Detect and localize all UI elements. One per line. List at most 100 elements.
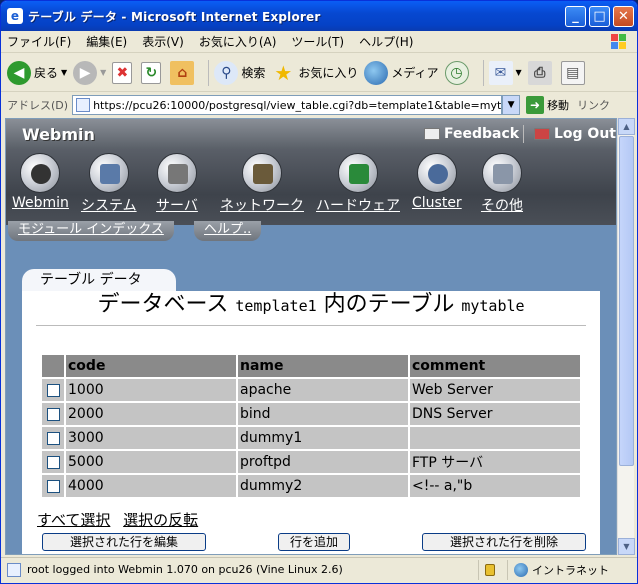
checkbox-column-header [42,355,64,377]
invert-selection-link[interactable]: 選択の反転 [123,511,198,529]
title-prefix: データベース [97,292,229,317]
maximize-button[interactable]: □ [589,6,610,27]
go-label: 移動 [547,99,570,112]
toolbar: ◀ 戻る ▼ ▶ ▼ ✖ ↻ ⌂ ⚲ 検索 ★ お気に入り メディア ◷ ✉ ▼… [1,54,637,92]
add-row-button[interactable]: 行を追加 [278,533,350,551]
cell-code: 2000 [66,403,236,425]
forward-button[interactable]: ▶ ▼ [73,60,106,85]
forward-dropdown-icon[interactable]: ▼ [100,68,106,77]
close-button[interactable]: ✕ [613,6,634,27]
cluster-icon [416,153,457,193]
table-header-row: code name comment [42,355,580,377]
search-label: 検索 [241,66,266,80]
address-input[interactable]: https://pcu26:10000/postgresql/view_tabl… [72,95,503,115]
webmin-header: Webmin Feedback Log Out [6,119,616,149]
select-all-link[interactable]: すべて選択 [37,511,110,529]
cell-code: 4000 [66,475,236,497]
edit-page-button[interactable]: ▤ [560,60,588,85]
scroll-thumb[interactable] [619,136,634,466]
delete-selected-rows-button[interactable]: 選択された行を削除 [422,533,586,551]
table-name: mytable [461,297,525,315]
home-icon: ⌂ [170,60,195,85]
back-dropdown-icon[interactable]: ▼ [61,68,67,77]
edit-document-icon: ▤ [560,60,585,85]
webmin-category-icon [20,153,61,193]
menu-bar: ファイル(F) 編集(E) 表示(V) お気に入り(A) ツール(T) ヘルプ(… [1,31,637,53]
menu-file[interactable]: ファイル(F) [7,33,71,50]
cell-code: 5000 [66,451,236,473]
row-checkbox[interactable] [46,407,60,421]
go-button[interactable]: ➜ 移動 [526,96,569,114]
edit-selected-rows-button[interactable]: 選択された行を編集 [42,533,206,551]
category-system[interactable]: システム [81,153,137,215]
intranet-globe-icon [514,562,528,577]
vertical-scrollbar[interactable]: ▲ ▼ [617,118,635,555]
zone-label: イントラネット [532,563,609,577]
row-select-cell [42,379,64,401]
address-url: https://pcu26:10000/postgresql/view_tabl… [93,98,503,112]
row-checkbox[interactable] [46,431,60,445]
column-header-comment: comment [410,355,580,377]
menu-favorites[interactable]: お気に入り(A) [199,33,277,50]
cell-comment: DNS Server [410,403,580,425]
mail-button[interactable]: ✉ ▼ [488,60,522,85]
media-button[interactable]: メディア [364,60,439,85]
status-text: root logged into Webmin 1.070 on pcu26 (… [27,563,343,576]
database-name: template1 [235,297,317,315]
address-dropdown-icon[interactable]: ▼ [502,95,521,115]
windows-logo-icon [611,34,626,49]
logout-link[interactable]: Log Out [534,126,616,142]
menu-tools[interactable]: ツール(T) [291,33,344,50]
category-webmin[interactable]: Webmin [12,153,69,211]
feedback-label: Feedback [444,126,520,142]
module-index-tab[interactable]: モジュール インデックス [8,221,174,241]
print-button[interactable]: ⎙ [527,60,555,85]
scroll-up-arrow-icon[interactable]: ▲ [618,118,635,135]
page-icon [76,98,91,112]
page-title: データベース template1 内のテーブル mytable [22,291,600,320]
row-checkbox[interactable] [46,455,60,469]
feedback-link[interactable]: Feedback [424,126,519,142]
mail-icon: ✉ [488,60,513,85]
category-network[interactable]: ネットワーク [220,153,304,215]
module-tabs: モジュール インデックス ヘルプ.. [6,221,616,241]
menu-help[interactable]: ヘルプ(H) [359,33,413,50]
home-button[interactable]: ⌂ [170,60,197,85]
ie-icon: e [7,8,23,24]
browser-window: e テーブル データ - Microsoft Internet Explorer… [0,0,638,584]
links-label[interactable]: リンク [577,97,610,113]
stop-button[interactable]: ✖ [112,61,135,84]
category-servers[interactable]: サーバ [156,153,198,215]
category-hardware[interactable]: ハードウェア [316,153,400,215]
toolbar-separator [208,59,210,86]
minimize-button[interactable]: _ [565,6,586,27]
forward-arrow-icon: ▶ [73,60,98,85]
mail-dropdown-icon[interactable]: ▼ [516,68,522,77]
row-checkbox[interactable] [46,383,60,397]
favorites-button[interactable]: ★ お気に入り [271,61,358,85]
row-checkbox[interactable] [46,479,60,493]
search-icon: ⚲ [214,60,239,85]
header-divider [523,125,524,143]
table-row: 2000 bind DNS Server [42,403,580,425]
cell-comment: Web Server [410,379,580,401]
cell-code: 3000 [66,427,236,449]
search-button[interactable]: ⚲ 検索 [214,60,266,85]
category-others[interactable]: その他 [481,153,523,215]
refresh-button[interactable]: ↻ [141,61,164,84]
history-icon: ◷ [444,60,469,85]
column-header-name: name [238,355,408,377]
scroll-down-arrow-icon[interactable]: ▼ [618,538,635,555]
title-bar[interactable]: e テーブル データ - Microsoft Internet Explorer… [1,1,637,31]
category-label: Cluster [412,195,462,211]
toolbar-separator [482,59,484,86]
lock-icon [485,563,495,576]
menu-edit[interactable]: 編集(E) [86,33,127,50]
category-cluster[interactable]: Cluster [412,153,462,211]
category-label: ハードウェア [316,198,400,214]
help-tab[interactable]: ヘルプ.. [194,221,262,241]
windows-stack-icon [482,153,522,193]
back-button[interactable]: ◀ 戻る ▼ [7,60,67,85]
menu-view[interactable]: 表示(V) [142,33,184,50]
history-button[interactable]: ◷ [444,60,472,85]
